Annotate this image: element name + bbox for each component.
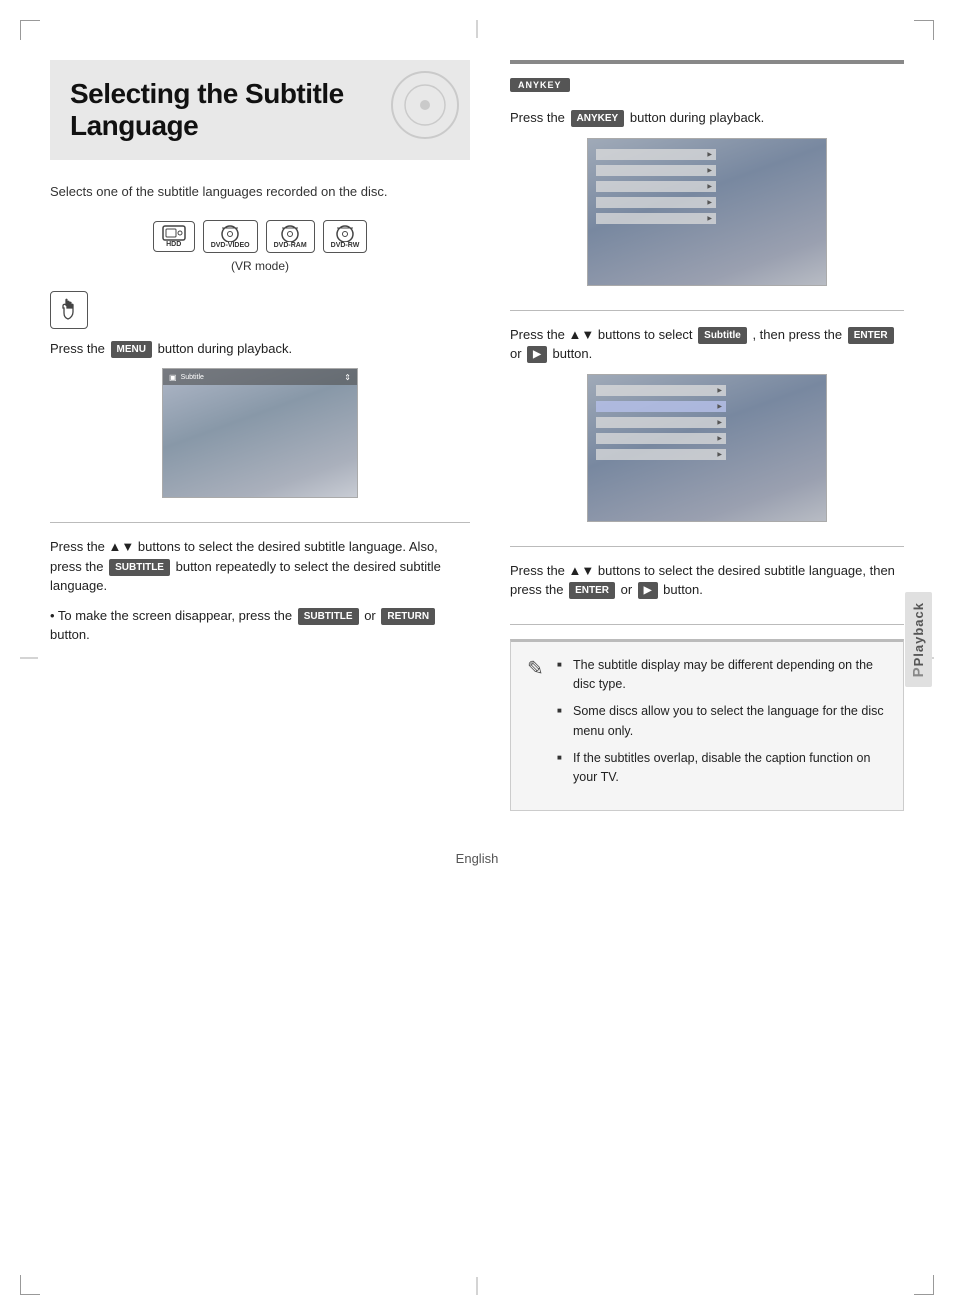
right-step2-text: Press the ▲▼ buttons to select Subtitle … bbox=[510, 325, 904, 364]
hand-icon bbox=[57, 298, 81, 322]
menu-overlay bbox=[596, 149, 716, 229]
subtitle-button-label2: SUBTITLE bbox=[298, 608, 359, 625]
left-step2: Press the ▲▼ buttons to select the desir… bbox=[50, 537, 470, 669]
disc-watermark bbox=[390, 70, 460, 140]
playback-sidebar-text: PPlayback bbox=[910, 602, 927, 677]
vr-mode-text: (VR mode) bbox=[50, 259, 470, 273]
left-center-mark bbox=[20, 657, 38, 658]
disc-icon-hdd: HDD bbox=[153, 221, 195, 252]
disc-icon-dvd-ram: DVD-RAM bbox=[266, 220, 315, 253]
corner-mark-bl bbox=[20, 1275, 40, 1295]
main-layout: Selecting the Subtitle Language Selects … bbox=[50, 60, 904, 811]
hand-icon-box bbox=[50, 291, 88, 329]
description-text: Selects one of the subtitle languages re… bbox=[50, 182, 470, 202]
return-button-label: RETURN bbox=[381, 608, 435, 625]
note-item-3: If the subtitles overlap, disable the ca… bbox=[557, 749, 887, 788]
right-step3-text: Press the ▲▼ buttons to select the desir… bbox=[510, 561, 904, 600]
left-step2-bullet: • To make the screen disappear, press th… bbox=[50, 606, 470, 645]
pencil-icon: ✎ bbox=[527, 656, 544, 681]
dvd-ram-icon bbox=[278, 224, 302, 242]
play-button-label: ▶ bbox=[527, 346, 547, 363]
footer-language: English bbox=[50, 851, 904, 866]
note-item-2: Some discs allow you to select the langu… bbox=[557, 702, 887, 741]
top-center-mark bbox=[477, 20, 478, 38]
notes-box: ✎ The subtitle display may be different … bbox=[510, 639, 904, 811]
right-step1: Press the ANYKEY button during playback. bbox=[510, 108, 904, 311]
dvd-rw-icon bbox=[333, 224, 357, 242]
screenshot-step1-left: ▣ Subtitle ⇕ bbox=[162, 368, 358, 498]
dvd-video-icon bbox=[218, 224, 242, 242]
scr-content bbox=[163, 389, 357, 497]
right-step3: Press the ▲▼ buttons to select the desir… bbox=[510, 561, 904, 625]
enter-button-label: ENTER bbox=[848, 327, 894, 344]
corner-mark-br bbox=[914, 1275, 934, 1295]
anykey-badge: ANYKEY bbox=[510, 78, 570, 92]
left-step1-text: Press the MENU button during playback. bbox=[50, 339, 470, 359]
scr-topbar: ▣ Subtitle ⇕ bbox=[163, 369, 357, 385]
left-step1: Press the MENU button during playback. ▣… bbox=[50, 339, 470, 524]
right-column: ANYKEY Press the ANYKEY button during pl… bbox=[490, 60, 904, 811]
left-column: Selecting the Subtitle Language Selects … bbox=[50, 60, 490, 811]
screenshot-step1-right bbox=[587, 138, 827, 286]
page-container: PPlayback Selecting the Subtitle Languag… bbox=[0, 0, 954, 1315]
bottom-center-mark bbox=[477, 1277, 478, 1295]
subtitle-button-label: SUBTITLE bbox=[109, 559, 170, 576]
notes-list: The subtitle display may be different de… bbox=[557, 656, 887, 788]
playback-sidebar: PPlayback bbox=[905, 592, 932, 687]
disc-icon-dvd-video: DVD-VIDEO bbox=[203, 220, 258, 253]
disc-icons-row: HDD DVD-VIDEO DVD-RAM bbox=[50, 220, 470, 253]
note-item-1: The subtitle display may be different de… bbox=[557, 656, 887, 695]
anykey-button-label: ANYKEY bbox=[571, 110, 625, 127]
right-step2: Press the ▲▼ buttons to select Subtitle … bbox=[510, 325, 904, 547]
subtitle-select-label: Subtitle bbox=[698, 327, 747, 344]
corner-mark-tr bbox=[914, 20, 934, 40]
right-step1-text: Press the ANYKEY button during playback. bbox=[510, 108, 904, 128]
left-step2-text: Press the ▲▼ buttons to select the desir… bbox=[50, 537, 470, 596]
screenshot-step2-right bbox=[587, 374, 827, 522]
title-box: Selecting the Subtitle Language bbox=[50, 60, 470, 160]
enter-button-label2: ENTER bbox=[569, 582, 615, 599]
menu-button-label: MENU bbox=[111, 341, 152, 358]
disc-icon-dvd-rw: DVD-RW bbox=[323, 220, 368, 253]
menu-overlay-2 bbox=[596, 385, 726, 465]
top-rule bbox=[510, 60, 904, 64]
corner-mark-tl bbox=[20, 20, 40, 40]
scr-disc-icon: ▣ bbox=[169, 373, 177, 382]
play-button-label2: ▶ bbox=[638, 582, 658, 599]
hdd-icon bbox=[162, 225, 186, 241]
